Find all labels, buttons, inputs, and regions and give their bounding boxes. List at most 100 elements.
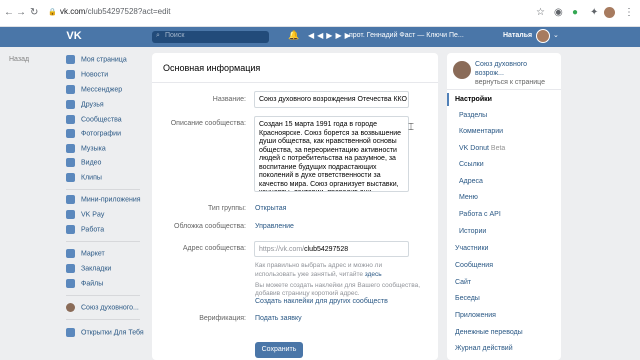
create-stickers-link[interactable]: Создать наклейки для других сообществ	[255, 298, 388, 305]
nav-action-log[interactable]: Журнал действий	[455, 345, 513, 352]
group-back-link[interactable]: Союз духовного возрож... вернуться к стр…	[475, 60, 557, 87]
sidebar-item-photos[interactable]: Фотографии	[66, 129, 121, 141]
lock-icon: 🔒	[48, 9, 57, 16]
sidebar-item-app[interactable]: Открытки Для Тебя	[66, 328, 144, 340]
sidebar-item-work[interactable]: Работа	[66, 225, 104, 237]
sidebar-item-bookmarks[interactable]: Закладки	[66, 264, 111, 276]
verification-apply-link[interactable]: Подать заявку	[255, 315, 302, 322]
sidebar-item-clips[interactable]: Клипы	[66, 173, 102, 185]
address-bar[interactable]: vk.com/club54297528?act=edit	[60, 7, 171, 16]
name-field[interactable]: Союз духовного возрождения Отечества ККО	[254, 91, 409, 108]
sidebar-item-label: Новости	[81, 71, 109, 79]
browser-toolbar: ← → ↻ 🔒 vk.com/club54297528?act=edit ☆ ◉…	[0, 0, 640, 27]
address-hint-text: использовать уже занятый, читайте	[255, 271, 363, 278]
sidebar-item-vkpay[interactable]: VK Pay	[66, 210, 104, 222]
sidebar-divider	[66, 189, 140, 190]
sidebar-item-communities[interactable]: Сообщества	[66, 115, 122, 127]
nav-chats[interactable]: Беседы	[455, 295, 480, 302]
menu-dots-icon[interactable]: ⋮	[624, 7, 634, 18]
name-label: Название:	[212, 96, 246, 103]
news-icon	[66, 70, 75, 79]
sidebar-item-messenger[interactable]: Мессенджер	[66, 85, 122, 97]
nav-api[interactable]: Работа с API	[459, 211, 501, 218]
address-value: club54297528	[304, 246, 349, 253]
search-icon: ⌕	[156, 32, 160, 39]
vk-logo-icon[interactable]: VK	[64, 30, 84, 43]
group-title: Союз духовного возрож...	[475, 61, 528, 77]
back-to-page-text: вернуться к странице	[475, 79, 545, 86]
sidebar-item-mini-apps[interactable]: Мини-приложения	[66, 195, 141, 207]
nav-vk-donut[interactable]: VK Donut Beta	[459, 145, 505, 152]
bell-icon[interactable]: 🔔	[288, 30, 299, 41]
url-path: /club54297528?act=edit	[85, 7, 171, 16]
sidebar-item-group[interactable]: Союз духовного...	[66, 303, 139, 315]
star-icon[interactable]: ☆	[536, 7, 545, 18]
player-controls[interactable]: ◀◀▶▶▶	[308, 31, 354, 40]
sidebar-item-label: Открытки Для Тебя	[81, 329, 144, 337]
sidebar-item-friends[interactable]: Друзья	[66, 100, 104, 112]
sidebar-item-label: Мини-приложения	[81, 196, 141, 204]
photos-icon	[66, 129, 75, 138]
address-hint: Как правильно выбрать адрес и можно ли	[255, 262, 383, 269]
files-icon	[66, 279, 75, 288]
video-icon	[66, 158, 75, 167]
description-field[interactable]: Создан 15 марта 1991 года в городе Красн…	[254, 116, 409, 192]
settings-nav: Союз духовного возрож... вернуться к стр…	[447, 53, 561, 360]
mouse-cursor-icon: ⌶	[408, 122, 414, 133]
sidebar-divider	[66, 319, 140, 320]
address-help-link[interactable]: здесь	[365, 271, 382, 278]
group-type-label: Тип группы:	[207, 205, 246, 212]
group-type-link[interactable]: Открытая	[255, 205, 286, 212]
puzzle-icon[interactable]: ✦	[590, 7, 598, 18]
sidebar-item-music[interactable]: Музыка	[66, 144, 106, 156]
save-button[interactable]: Сохранить	[255, 342, 303, 358]
chevron-down-icon[interactable]: ⌄	[553, 31, 559, 39]
url-host: vk.com	[60, 7, 86, 16]
search-input[interactable]: ⌕ Поиск	[152, 31, 269, 43]
sidebar-item-label: VK Pay	[81, 211, 105, 219]
extension-icon[interactable]: ●	[572, 7, 578, 18]
bookmarks-icon	[66, 264, 75, 273]
nav-sections[interactable]: Разделы	[459, 112, 487, 119]
messenger-icon	[66, 85, 75, 94]
sidebar-item-files[interactable]: Файлы	[66, 279, 103, 291]
nav-apps[interactable]: Приложения	[455, 312, 496, 319]
nav-comments[interactable]: Комментарии	[459, 128, 503, 135]
profile-avatar[interactable]	[604, 7, 615, 18]
back-link[interactable]: Назад	[9, 56, 29, 63]
nav-messages[interactable]: Сообщения	[455, 262, 493, 269]
sidebar-divider	[66, 241, 140, 242]
beta-badge: Beta	[490, 145, 506, 152]
group-avatar[interactable]	[453, 61, 471, 79]
now-playing-track[interactable]: прот. Геннадий Фаст — Ключи Пе...	[349, 32, 464, 39]
nav-settings[interactable]: Настройки	[455, 96, 492, 103]
nav-members[interactable]: Участники	[455, 245, 488, 252]
address-prefix: https://vk.com/	[259, 246, 305, 253]
communities-icon	[66, 115, 75, 124]
nav-stories[interactable]: Истории	[459, 228, 486, 235]
reload-icon[interactable]: ↻	[30, 7, 38, 18]
nav-addresses[interactable]: Адреса	[459, 178, 483, 185]
vkpay-icon	[66, 210, 75, 219]
nav-menu[interactable]: Меню	[459, 194, 478, 201]
divider	[152, 82, 438, 83]
cover-manage-link[interactable]: Управление	[255, 223, 294, 230]
address-field[interactable]: https://vk.com/club54297528	[254, 241, 409, 257]
sidebar-item-video[interactable]: Видео	[66, 158, 101, 170]
nav-site[interactable]: Сайт	[455, 279, 471, 286]
verification-label: Верификация:	[199, 315, 246, 322]
forward-arrow-icon[interactable]: →	[16, 7, 26, 18]
clips-icon	[66, 173, 75, 182]
extension-icon[interactable]: ◉	[554, 7, 563, 18]
description-label: Описание сообщества:	[170, 120, 246, 127]
avatar[interactable]	[536, 29, 550, 43]
market-icon	[66, 249, 75, 258]
sidebar-item-news[interactable]: Новости	[66, 70, 108, 82]
nav-links[interactable]: Ссылки	[459, 161, 484, 168]
sidebar-item-market[interactable]: Маркет	[66, 249, 105, 261]
back-arrow-icon[interactable]: ←	[4, 7, 14, 18]
nav-money-transfers[interactable]: Денежные переводы	[455, 329, 523, 336]
sidebar-item-label: Сообщества	[81, 116, 122, 124]
sidebar-item-my-page[interactable]: Моя страница	[66, 55, 127, 67]
user-name[interactable]: Наталья	[503, 32, 532, 39]
